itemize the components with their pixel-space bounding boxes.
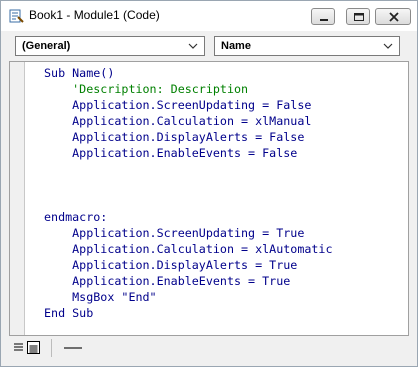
code-comment: 'Description: Description [44,82,249,96]
code-line[interactable]: Application.DisplayAlerts = True [44,257,333,273]
close-icon [389,12,399,22]
code-text: Application.Calculation = xlAutomatic [44,242,333,256]
code-line[interactable]: 'Description: Description [44,81,333,97]
object-combo-value: (General) [22,40,71,52]
splitter-handle[interactable] [64,347,82,349]
divider [51,339,52,357]
procedure-view-icon [14,343,23,351]
code-text: Application.DisplayAlerts = False [44,130,305,144]
margin-indicator-bar[interactable] [10,62,25,335]
code-text: Application.ScreenUpdating = True [44,226,305,240]
title-bar[interactable]: Book1 - Module1 (Code) [1,1,417,31]
code-line[interactable]: Application.Calculation = xlManual [44,113,333,129]
code-text-area[interactable]: Sub Name() 'Description: Description App… [44,65,333,321]
code-text: Application.Calculation = xlManual [44,114,312,128]
code-line[interactable]: End Sub [44,305,333,321]
minimize-button[interactable] [311,8,335,25]
code-text: MsgBox "End" [44,290,157,304]
view-bar [9,337,409,359]
code-text: End Sub [44,306,94,320]
code-text: Application.EnableEvents = True [44,274,291,288]
code-line[interactable]: Application.ScreenUpdating = True [44,225,333,241]
code-line[interactable]: Application.Calculation = xlAutomatic [44,241,333,257]
close-button[interactable] [375,8,411,25]
code-line[interactable]: Sub Name() [44,65,333,81]
code-text: Application.EnableEvents = False [44,146,298,160]
procedure-combo-value: Name [221,40,251,52]
chevron-down-icon [383,43,393,49]
procedure-view-button[interactable] [12,341,25,354]
maximize-icon [354,13,364,21]
code-text: Sub Name() [44,66,115,80]
code-line[interactable]: Application.ScreenUpdating = False [44,97,333,113]
code-line[interactable] [44,177,333,193]
code-line[interactable]: Application.EnableEvents = False [44,145,333,161]
full-module-view-icon [29,345,38,353]
code-line[interactable] [44,161,333,177]
chevron-down-icon [188,43,198,49]
code-line[interactable]: MsgBox "End" [44,289,333,305]
vba-module-icon[interactable] [8,8,24,24]
code-editor[interactable]: Sub Name() 'Description: Description App… [9,61,409,336]
full-module-view-button[interactable] [27,341,40,354]
code-line[interactable]: endmacro: [44,209,333,225]
minimize-icon [320,19,328,21]
window-title: Book1 - Module1 (Code) [29,8,160,22]
code-line[interactable] [44,193,333,209]
code-window: Book1 - Module1 (Code) (General) Name Su… [0,0,418,367]
object-combo[interactable]: (General) [15,36,205,56]
code-line[interactable]: Application.DisplayAlerts = False [44,129,333,145]
code-text: Application.ScreenUpdating = False [44,98,312,112]
code-line[interactable]: Application.EnableEvents = True [44,273,333,289]
code-text: Application.DisplayAlerts = True [44,258,298,272]
code-text: endmacro: [44,210,108,224]
procedure-combo[interactable]: Name [214,36,400,56]
maximize-button[interactable] [346,8,370,25]
